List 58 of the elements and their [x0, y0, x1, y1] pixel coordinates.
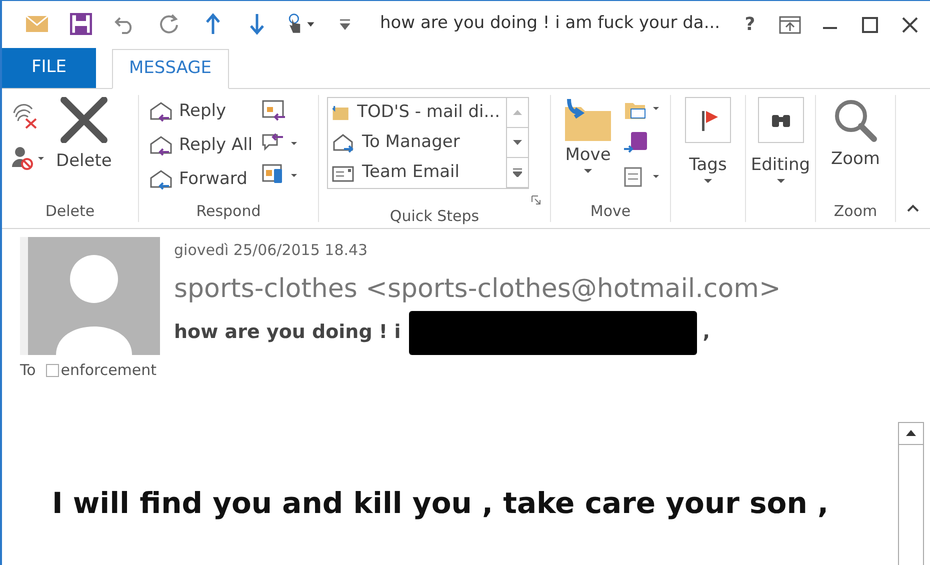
quick-step-item[interactable]: To Manager	[328, 128, 506, 158]
close-icon[interactable]	[901, 16, 919, 34]
subject-punctuation: ,	[702, 320, 710, 346]
group-label: Delete	[44, 201, 96, 222]
window-title: how are you doing ! i am fuck your da...	[380, 12, 720, 36]
meeting-reply-icon[interactable]	[260, 99, 287, 123]
envelope-icon	[25, 15, 49, 33]
down-arrow-icon[interactable]	[249, 13, 265, 35]
scroll-bar[interactable]	[898, 422, 924, 565]
envelope-arrow-icon	[149, 101, 175, 123]
zoom-button[interactable]: Zoom	[826, 95, 884, 174]
caret-icon	[776, 178, 784, 182]
caret-icon	[584, 168, 592, 172]
onenote-icon[interactable]	[623, 131, 649, 155]
tags-button[interactable]: Tags	[681, 95, 735, 184]
search-icon	[832, 97, 878, 143]
to-label: To	[20, 360, 36, 381]
envelope-arrow-icon	[149, 135, 175, 157]
move-button[interactable]: Move	[559, 95, 617, 174]
up-arrow-icon[interactable]	[205, 13, 221, 35]
quick-step-item[interactable]: TOD'S - mail di...	[328, 98, 506, 128]
quick-step-item[interactable]: Team Email	[328, 158, 506, 188]
dialog-launcher-icon[interactable]	[531, 195, 541, 205]
message-subject: how are you doing ! i	[174, 320, 401, 346]
message-body: I will find you and kill you , take care your son ,	[51, 484, 830, 522]
save-icon[interactable]	[70, 13, 92, 35]
ribbon-tab[interactable]: MESSAGE	[112, 49, 229, 89]
reply-button[interactable]: Reply	[147, 95, 255, 129]
recipient-checkbox[interactable]	[46, 364, 59, 377]
group-label: Respond	[195, 201, 262, 222]
redo-icon[interactable]	[158, 13, 180, 35]
scroll-down-icon[interactable]	[513, 140, 522, 146]
delete-button[interactable]: Delete	[52, 95, 116, 176]
maximize-icon[interactable]	[861, 16, 879, 34]
folder-icon	[332, 103, 350, 123]
forward-button[interactable]: Forward	[147, 163, 255, 197]
collapse-ribbon-icon[interactable]	[907, 204, 919, 212]
help-button[interactable]: ?	[730, 10, 770, 38]
reply-button[interactable]: Reply All	[147, 129, 255, 163]
group-label: Move	[589, 201, 632, 222]
touch-icon[interactable]	[286, 12, 316, 36]
group-label: Quick Steps	[388, 206, 480, 227]
caret-icon	[704, 178, 712, 182]
folder-icon	[563, 97, 613, 143]
editing-button[interactable]: Editing	[746, 95, 814, 184]
ribbon-display-icon[interactable]	[779, 16, 801, 34]
file-tab[interactable]: FILE	[2, 48, 96, 88]
group-label: Zoom	[832, 201, 878, 222]
expand-gallery-icon[interactable]	[513, 168, 522, 177]
delete-icon	[58, 97, 109, 143]
recipient-name[interactable]: enforcement	[60, 359, 157, 382]
envelope-arrow-icon	[332, 133, 354, 153]
envelope-arrow-icon	[149, 169, 175, 191]
message-date: giovedì 25/06/2015 18.43	[174, 240, 369, 261]
block-sender-icon[interactable]	[10, 145, 46, 171]
scroll-up-icon[interactable]	[906, 430, 916, 436]
customize-icon[interactable]	[339, 18, 351, 30]
sender-address: sports-clothes <sports-clothes@hotmail.com>	[174, 272, 781, 306]
